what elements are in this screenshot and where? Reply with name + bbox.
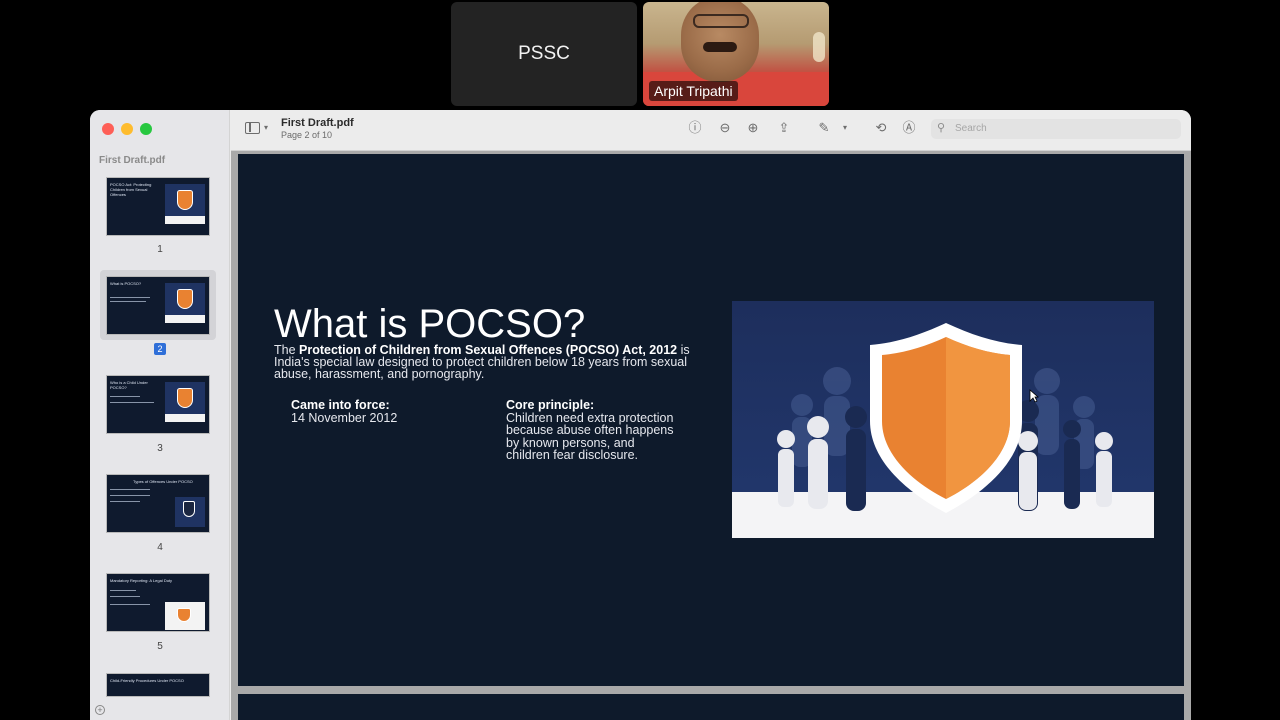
slide-intro: The Protection of Children from Sexual O… (274, 343, 690, 381)
mouse-cursor-icon (1029, 389, 1039, 403)
fact-core-principle: Core principle: Children need extra prot… (506, 398, 674, 462)
thumbnail-title: Types of Offences Under POCSO (133, 479, 193, 484)
info-icon[interactable]: ⓘ (687, 120, 703, 136)
thumbnail-title: What is POCSO? (110, 281, 142, 286)
page-thumbnail-3[interactable]: Who is a Child Under POCSO? (106, 375, 210, 434)
participant-tile-arpit: Arpit Tripathi (643, 2, 829, 106)
page-thumbnail-6[interactable]: Child-Friendly Procedures Under POCSO (106, 673, 210, 697)
participant-glasses (693, 14, 749, 28)
illustration-svg (777, 323, 1113, 513)
thumbnail-art (175, 497, 205, 527)
thumbnail-title: Who is a Child Under POCSO? (110, 380, 148, 390)
page-thumbnail-5[interactable]: Mandatory Reporting: A Legal Duty (106, 573, 210, 632)
preview-window: First Draft.pdf POCSO Act: Protecting Ch… (90, 110, 1191, 720)
zoom-out-icon[interactable]: ⊖ (717, 120, 733, 136)
page-thumbnail-1[interactable]: POCSO Act: Protecting Children from Sexu… (106, 177, 210, 236)
rotate-icon[interactable]: ⟲ (873, 120, 889, 136)
thumbnail-number: 3 (157, 443, 163, 454)
slide-title: What is POCSO? (274, 302, 586, 346)
fact-came-into-force: Came into force: 14 November 2012 (291, 398, 398, 425)
chevron-down-icon[interactable]: ▾ (264, 123, 268, 132)
share-icon[interactable]: ⇪ (776, 120, 792, 136)
document-viewer[interactable]: What is POCSO? The Protection of Childre… (231, 151, 1191, 720)
thumbnail-title: POCSO Act: Protecting Children from Sexu… (110, 182, 152, 197)
thumbnail-number: 1 (157, 244, 163, 255)
current-page-badge: 2 (154, 343, 166, 355)
thumbnail-sidebar: First Draft.pdf POCSO Act: Protecting Ch… (90, 110, 230, 720)
participant-moustache (703, 42, 737, 52)
search-field[interactable]: ⚲ Search (931, 119, 1181, 139)
minimize-button[interactable] (121, 123, 133, 135)
zoom-button[interactable] (140, 123, 152, 135)
background-lamp (813, 32, 825, 62)
search-placeholder: Search (955, 123, 987, 134)
page-status: Page 2 of 10 (281, 130, 333, 140)
sidebar-toggle-icon[interactable] (245, 122, 260, 134)
thumbnail-art (165, 184, 205, 224)
document-title: First Draft.pdf (281, 117, 354, 129)
participant-name-tag: Arpit Tripathi (649, 81, 738, 101)
thumbnail-number: 5 (157, 641, 163, 652)
participant-tile-pssc: PSSC (451, 2, 637, 106)
window-controls (102, 123, 152, 135)
thumbnail-number: 2 (90, 343, 230, 355)
participant-label: PSSC (518, 43, 570, 64)
thumbnail-art (165, 382, 205, 422)
shield-children-illustration (732, 301, 1154, 538)
search-icon: ⚲ (937, 122, 946, 134)
chevron-down-icon[interactable]: ▾ (837, 120, 853, 136)
page-thumbnail-4[interactable]: Types of Offences Under POCSO (106, 474, 210, 533)
toolbar: ▾ First Draft.pdf Page 2 of 10 ⓘ ⊖ ⊕ ⇪ ✎… (231, 110, 1191, 151)
sidebar-title: First Draft.pdf (99, 155, 166, 166)
thumbnail-title: Child-Friendly Procedures Under POCSO (110, 678, 184, 683)
thumbnail-art (165, 602, 205, 630)
thumbnail-title: Mandatory Reporting: A Legal Duty (110, 578, 173, 583)
pdf-page-3-partial (238, 694, 1184, 720)
thumbnail-art (165, 283, 205, 323)
zoom-in-icon[interactable]: ⊕ (745, 120, 761, 136)
page-thumbnail-2[interactable]: What is POCSO? (106, 276, 210, 335)
thumbnail-number: 4 (157, 542, 163, 553)
add-page-icon[interactable]: + (95, 705, 105, 715)
markup-pen-icon[interactable]: ✎ (816, 120, 832, 136)
pdf-page-2: What is POCSO? The Protection of Childre… (238, 154, 1184, 686)
markup-icon[interactable]: Ⓐ (901, 120, 917, 136)
close-button[interactable] (102, 123, 114, 135)
